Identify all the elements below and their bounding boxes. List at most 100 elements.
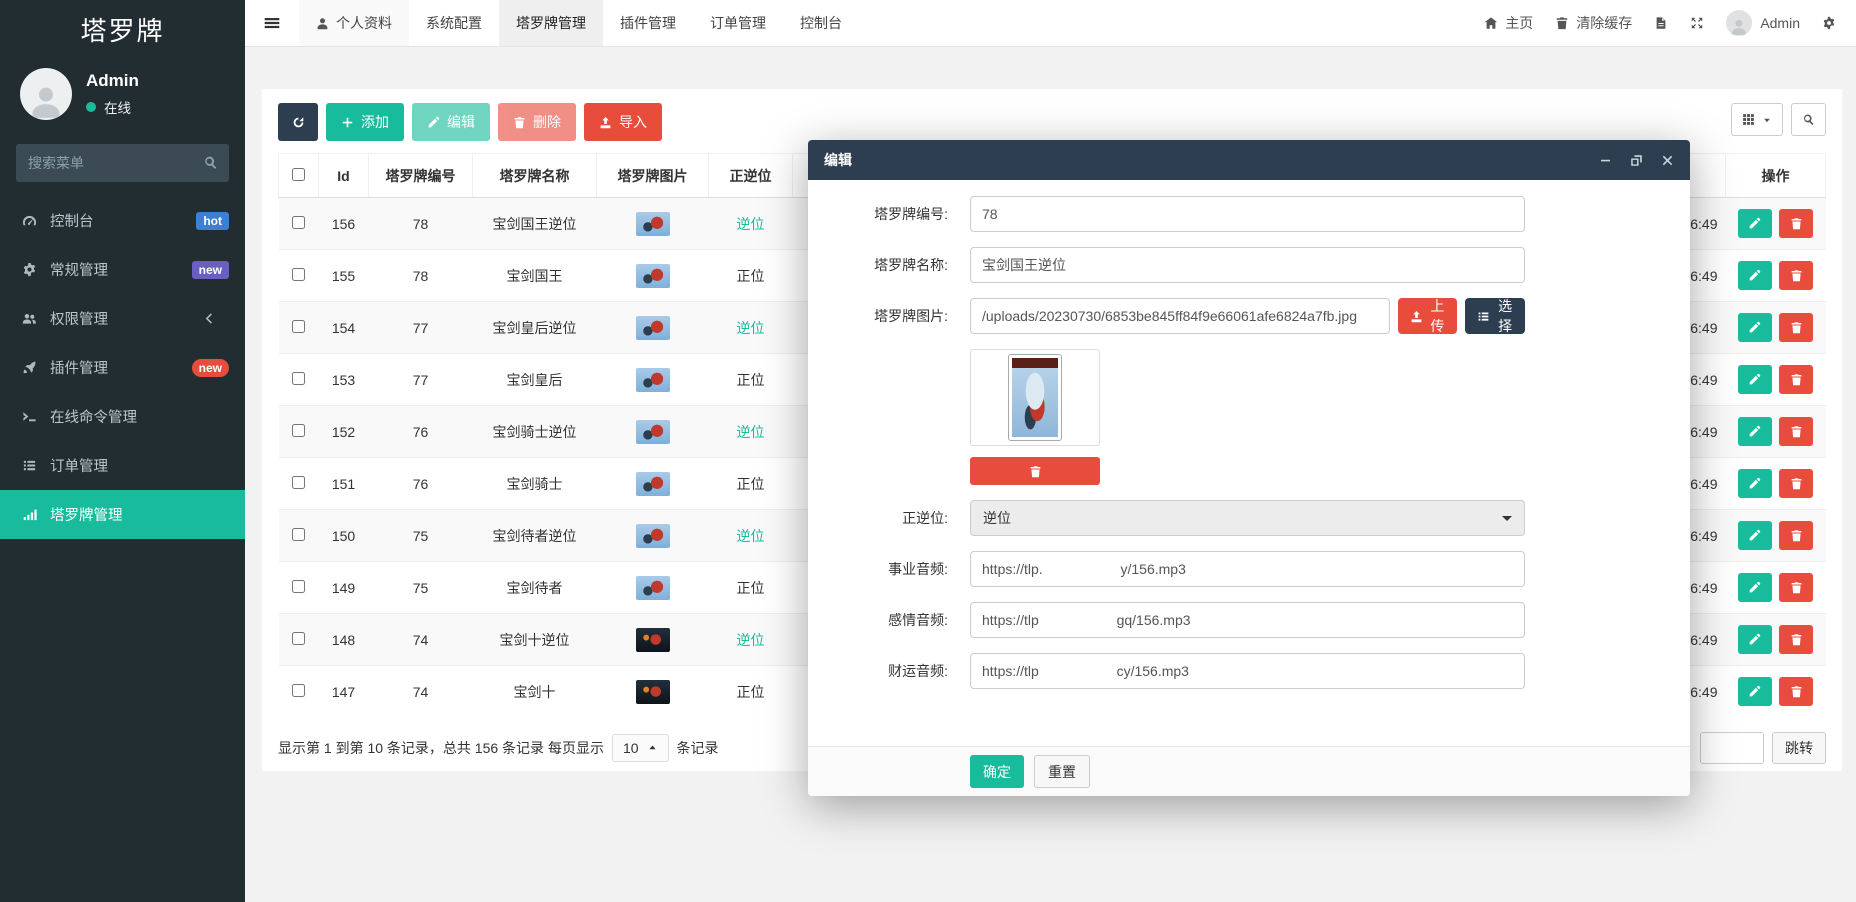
- row-delete-button[interactable]: [1779, 625, 1813, 654]
- delete-button[interactable]: 删除: [498, 103, 576, 141]
- tarot-thumbnail[interactable]: [636, 212, 670, 236]
- tarot-thumbnail[interactable]: [636, 680, 670, 704]
- tab-order-manage[interactable]: 订单管理: [693, 0, 783, 46]
- row-delete-button[interactable]: [1779, 469, 1813, 498]
- row-checkbox[interactable]: [292, 216, 305, 229]
- tarot-thumbnail[interactable]: [636, 368, 670, 392]
- row-delete-button[interactable]: [1779, 209, 1813, 238]
- refresh-button[interactable]: [278, 103, 318, 141]
- tarot-thumbnail[interactable]: [636, 316, 670, 340]
- language-icon[interactable]: [1654, 16, 1668, 30]
- tarot-thumbnail[interactable]: [636, 472, 670, 496]
- gears-icon[interactable]: [1822, 16, 1836, 30]
- sidebar-item-addon[interactable]: 插件管理 new: [0, 343, 245, 392]
- tab-profile[interactable]: 个人资料: [299, 0, 409, 46]
- header-position[interactable]: 正逆位: [709, 154, 793, 198]
- row-checkbox[interactable]: [292, 632, 305, 645]
- reset-button[interactable]: 重置: [1034, 755, 1090, 788]
- sidebar-item-order[interactable]: 订单管理: [0, 441, 245, 490]
- edit-button[interactable]: 编辑: [412, 103, 490, 141]
- row-edit-button[interactable]: [1738, 313, 1772, 342]
- tab-addon-manage[interactable]: 插件管理: [603, 0, 693, 46]
- sidebar-item-command[interactable]: 在线命令管理: [0, 392, 245, 441]
- row-delete-button[interactable]: [1779, 417, 1813, 446]
- tarot-no-input[interactable]: [970, 196, 1525, 232]
- tab-system-config[interactable]: 系统配置: [409, 0, 499, 46]
- row-edit-button[interactable]: [1738, 365, 1772, 394]
- row-checkbox[interactable]: [292, 424, 305, 437]
- tarot-thumbnail[interactable]: [636, 576, 670, 600]
- menu-toggle-icon[interactable]: [245, 0, 299, 46]
- header-id[interactable]: Id: [319, 154, 369, 198]
- sidebar-item-auth[interactable]: 权限管理: [0, 294, 245, 343]
- tarot-thumbnail[interactable]: [636, 628, 670, 652]
- dialog-header[interactable]: 编辑: [808, 140, 1690, 180]
- row-edit-button[interactable]: [1738, 677, 1772, 706]
- sidebar-item-tarot[interactable]: 塔罗牌管理: [0, 490, 245, 539]
- minimize-icon[interactable]: [1599, 154, 1612, 167]
- add-button[interactable]: 添加: [326, 103, 404, 141]
- maximize-icon[interactable]: [1630, 154, 1643, 167]
- wealth-audio-input[interactable]: [970, 653, 1525, 689]
- page-jump-input[interactable]: [1700, 732, 1764, 764]
- sidebar-item-general[interactable]: 常规管理 new: [0, 245, 245, 294]
- image-preview[interactable]: [970, 349, 1100, 446]
- position-link[interactable]: 逆位: [737, 424, 765, 440]
- page-jump-button[interactable]: 跳转: [1772, 732, 1826, 764]
- position-link[interactable]: 正位: [737, 268, 765, 284]
- row-checkbox[interactable]: [292, 476, 305, 489]
- row-checkbox[interactable]: [292, 580, 305, 593]
- position-link[interactable]: 正位: [737, 372, 765, 388]
- row-checkbox[interactable]: [292, 268, 305, 281]
- position-link[interactable]: 逆位: [737, 528, 765, 544]
- position-select[interactable]: 逆位: [970, 500, 1525, 536]
- row-delete-button[interactable]: [1779, 573, 1813, 602]
- position-link[interactable]: 逆位: [737, 632, 765, 648]
- row-edit-button[interactable]: [1738, 521, 1772, 550]
- confirm-button[interactable]: 确定: [970, 755, 1024, 788]
- tarot-thumbnail[interactable]: [636, 264, 670, 288]
- tarot-thumbnail[interactable]: [636, 524, 670, 548]
- row-delete-button[interactable]: [1779, 677, 1813, 706]
- row-delete-button[interactable]: [1779, 521, 1813, 550]
- row-delete-button[interactable]: [1779, 313, 1813, 342]
- search-icon[interactable]: [203, 155, 218, 170]
- choose-button[interactable]: 选择: [1465, 298, 1525, 334]
- career-audio-input[interactable]: [970, 551, 1525, 587]
- close-icon[interactable]: [1661, 154, 1674, 167]
- page-size-dropdown[interactable]: 10: [612, 734, 669, 762]
- position-link[interactable]: 正位: [737, 476, 765, 492]
- fullscreen-icon[interactable]: [1690, 16, 1704, 30]
- row-edit-button[interactable]: [1738, 469, 1772, 498]
- row-checkbox[interactable]: [292, 528, 305, 541]
- columns-toggle-button[interactable]: [1731, 103, 1783, 136]
- nav-user-menu[interactable]: Admin: [1726, 10, 1800, 36]
- row-edit-button[interactable]: [1738, 417, 1772, 446]
- select-all-checkbox[interactable]: [292, 168, 305, 181]
- love-audio-input[interactable]: [970, 602, 1525, 638]
- row-delete-button[interactable]: [1779, 365, 1813, 394]
- nav-clear-cache[interactable]: 清除缓存: [1555, 13, 1632, 33]
- header-name[interactable]: 塔罗牌名称: [473, 154, 597, 198]
- tab-tarot-manage[interactable]: 塔罗牌管理: [499, 0, 603, 46]
- header-no[interactable]: 塔罗牌编号: [369, 154, 473, 198]
- position-link[interactable]: 逆位: [737, 320, 765, 336]
- row-edit-button[interactable]: [1738, 209, 1772, 238]
- tab-dashboard[interactable]: 控制台: [783, 0, 859, 46]
- nav-home[interactable]: 主页: [1484, 13, 1533, 33]
- row-checkbox[interactable]: [292, 684, 305, 697]
- position-link[interactable]: 正位: [737, 580, 765, 596]
- row-checkbox[interactable]: [292, 372, 305, 385]
- row-edit-button[interactable]: [1738, 625, 1772, 654]
- tarot-name-input[interactable]: [970, 247, 1525, 283]
- import-button[interactable]: 导入: [584, 103, 662, 141]
- remove-image-button[interactable]: [970, 457, 1100, 485]
- image-path-input[interactable]: [970, 298, 1390, 334]
- position-link[interactable]: 逆位: [737, 216, 765, 232]
- table-search-button[interactable]: [1791, 103, 1826, 136]
- tarot-thumbnail[interactable]: [636, 420, 670, 444]
- row-edit-button[interactable]: [1738, 573, 1772, 602]
- menu-search-input[interactable]: [16, 144, 229, 182]
- row-checkbox[interactable]: [292, 320, 305, 333]
- upload-button[interactable]: 上传: [1398, 298, 1458, 334]
